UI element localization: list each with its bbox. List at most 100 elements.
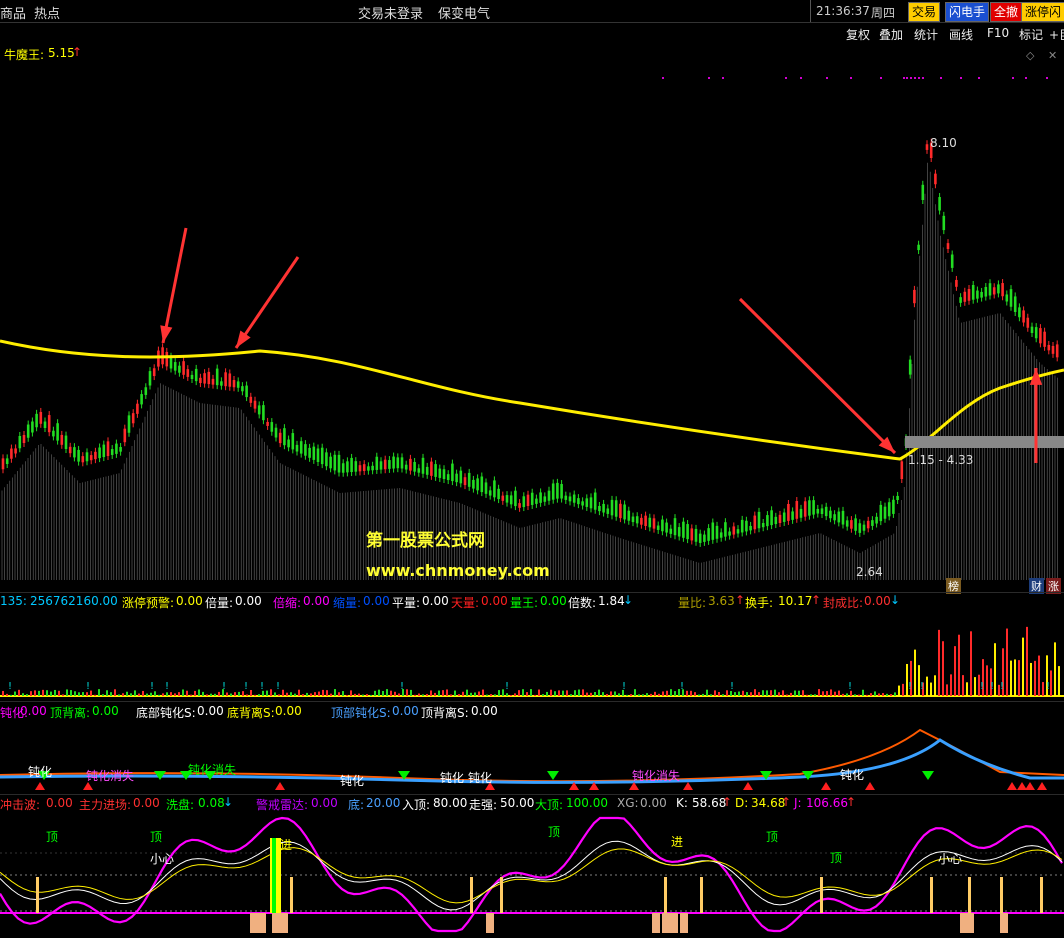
enter-marker: 进 <box>280 838 293 852</box>
candle-body <box>812 500 815 515</box>
f10-button[interactable]: F10 <box>987 26 1009 40</box>
buy-triangle-icon <box>821 782 831 790</box>
top-menu-bar: 商品 热点 交易未登录 保变电气 21:36:37 周四 交易 闪电手 全撤 涨… <box>0 0 1064 23</box>
volume-bar <box>878 693 880 696</box>
volume-bar <box>946 684 948 696</box>
kdj-wave-label: 冲击波: <box>0 798 41 812</box>
volume-bar <box>822 691 824 696</box>
candle-body <box>799 508 803 518</box>
volume-bar <box>834 691 836 696</box>
signal-tick: ! <box>680 681 684 692</box>
candle-body <box>379 461 383 470</box>
login-status[interactable]: 交易未登录 <box>358 3 423 22</box>
volume-bar <box>762 690 764 696</box>
dunhua-gone-marker: 钝化消失 <box>188 763 237 777</box>
candle-body <box>35 413 38 428</box>
candle-body <box>463 477 467 486</box>
volume-bar <box>726 690 728 696</box>
overlay-button[interactable]: 叠加 <box>879 26 903 43</box>
candle-body <box>560 484 563 499</box>
volume-bar <box>950 674 952 696</box>
candle-body <box>1055 344 1059 358</box>
volume-bar <box>638 694 640 696</box>
volume-bar <box>1042 682 1044 696</box>
price-chart[interactable] <box>0 43 1064 593</box>
divergence-chart[interactable] <box>0 720 1064 794</box>
candle-body <box>749 525 752 531</box>
candle-body <box>850 520 853 529</box>
candle-body <box>446 474 450 481</box>
candle-body <box>1026 317 1030 328</box>
candle-body <box>892 499 895 514</box>
signal-tick: ! <box>150 681 154 692</box>
limit-buy-button[interactable]: 涨停闪买 <box>1021 2 1064 22</box>
menu-item-goods[interactable]: 商品 <box>0 3 26 22</box>
candle-body <box>778 514 782 523</box>
candle-body <box>56 423 59 441</box>
volume-bar <box>930 682 932 696</box>
candle-body <box>291 433 295 450</box>
mark-button[interactable]: 标记 <box>1019 26 1043 43</box>
careful-marker: 小心 <box>150 852 175 866</box>
high-price-label: 8.10 <box>930 136 957 150</box>
kdj-strong-value: 50.00 <box>500 796 535 810</box>
candle-body <box>220 381 223 386</box>
candle-body <box>224 372 227 387</box>
volume-bar <box>550 689 552 696</box>
candle-body <box>530 492 534 505</box>
candle-body <box>253 400 257 409</box>
stats-button[interactable]: 统计 <box>914 26 938 43</box>
candle-body <box>900 461 904 479</box>
volume-bar <box>294 693 296 696</box>
candle-body <box>837 511 841 523</box>
kdj-j-value: 106.66 <box>806 796 848 810</box>
vol-seal-label: 封成比: <box>823 596 864 610</box>
volume-bar <box>186 690 188 696</box>
volume-bar <box>658 693 660 696</box>
candle-body <box>728 531 731 536</box>
volume-bar <box>862 689 864 696</box>
volume-bar <box>842 693 844 696</box>
volume-bar <box>190 694 192 696</box>
div-top-value: 0.00 <box>92 704 119 718</box>
candle-body <box>257 405 261 415</box>
volume-bar <box>42 689 44 696</box>
candle-body <box>572 494 576 503</box>
candle-body <box>110 449 114 455</box>
sell-triangle-icon <box>922 771 934 780</box>
candle-body <box>1001 283 1004 297</box>
volume-bar <box>1054 642 1056 696</box>
volume-bar <box>914 649 916 696</box>
candle-body <box>782 512 786 522</box>
candle-body <box>400 457 404 469</box>
volume-chart[interactable]: !!!!!!!!!!!!!!!!!!!! <box>0 611 1064 701</box>
volume-bar <box>670 689 672 696</box>
volume-bar <box>902 683 904 696</box>
candle-body <box>526 494 530 506</box>
restore-rights-button[interactable]: 复权 <box>846 26 870 43</box>
kdj-d-label: D: <box>735 796 749 810</box>
signal-dot <box>906 77 908 79</box>
signal-bar <box>1040 877 1043 913</box>
menu-item-hotspot[interactable]: 热点 <box>34 3 60 22</box>
candle-body <box>942 215 946 231</box>
candle-body <box>698 533 702 543</box>
more-button[interactable]: +巨 <box>1049 26 1064 43</box>
volume-bar <box>758 692 760 696</box>
volume-bar <box>826 691 828 696</box>
candle-body <box>631 516 635 523</box>
cancel-all-button[interactable]: 全撤 <box>990 2 1023 22</box>
kdj-entertop-value: 80.00 <box>433 796 468 810</box>
volume-bar <box>298 689 300 696</box>
volume-bar <box>958 634 960 696</box>
volume-bar <box>134 690 136 696</box>
candle-body <box>215 368 219 386</box>
kdj-main-label: 主力进场: <box>79 798 132 812</box>
draw-line-button[interactable]: 画线 <box>949 26 973 43</box>
candle-body <box>1022 310 1025 323</box>
flash-trade-button[interactable]: 闪电手 <box>945 2 990 22</box>
candle-body <box>539 492 542 503</box>
trade-button[interactable]: 交易 <box>908 2 941 22</box>
price-zone-box <box>905 436 1064 448</box>
volume-bar <box>246 694 248 696</box>
